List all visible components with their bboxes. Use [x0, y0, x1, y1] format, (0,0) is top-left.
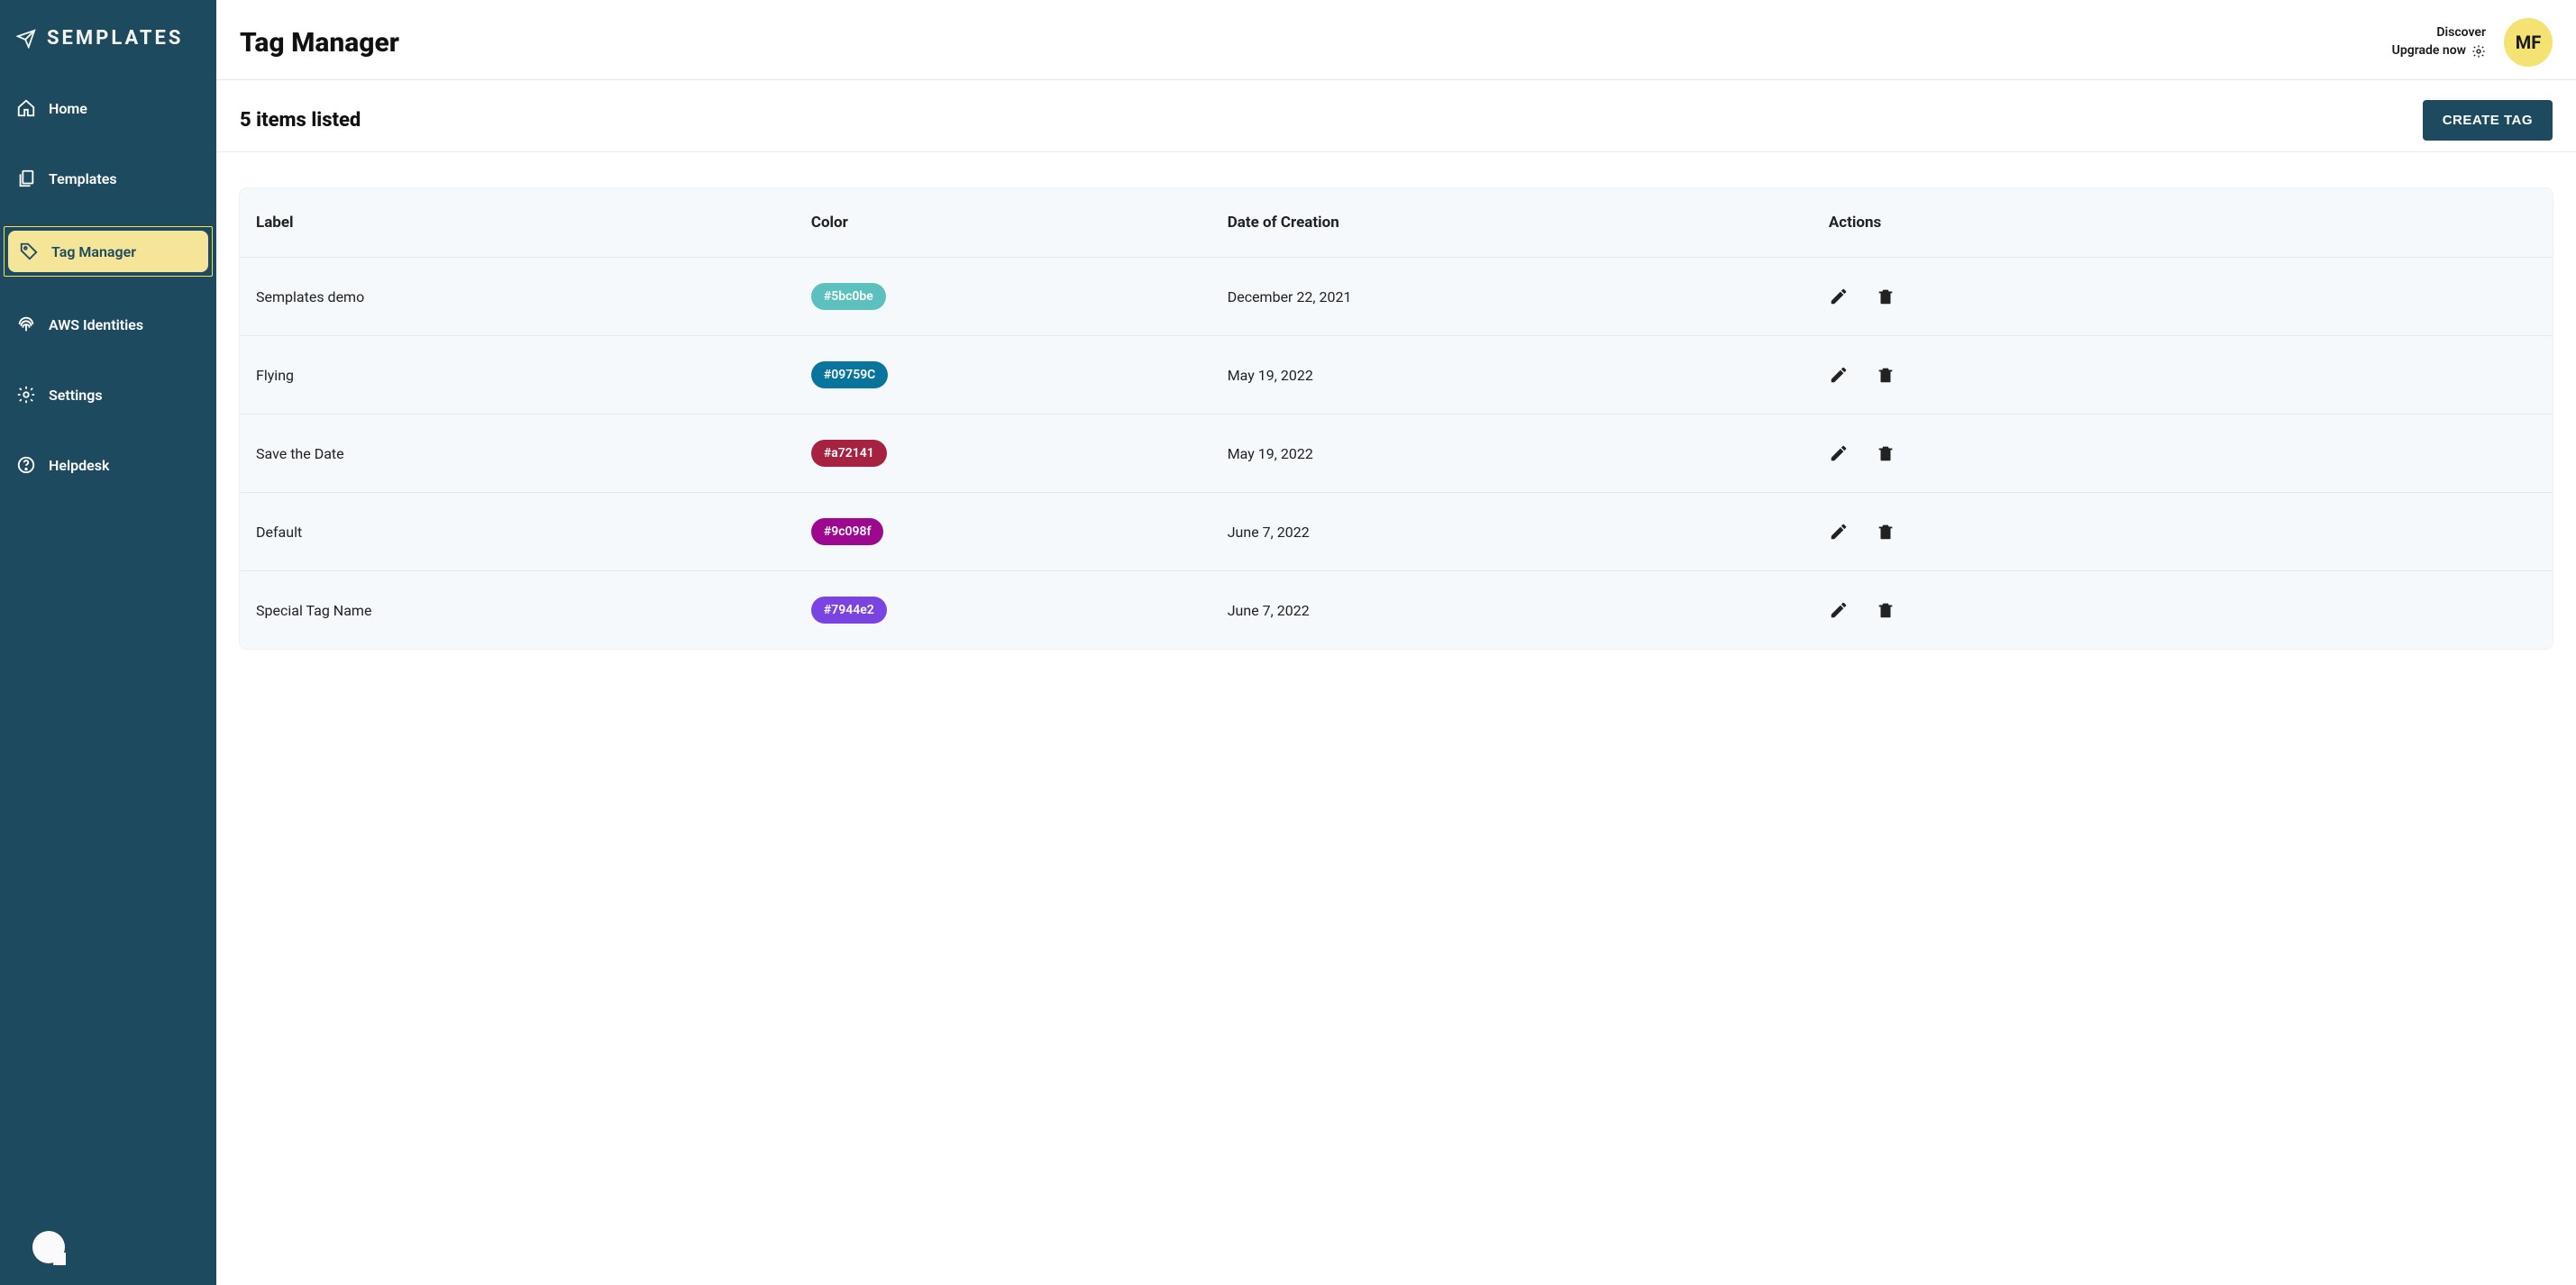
action-icons: [1829, 443, 2536, 463]
cell-label: Save the Date: [240, 415, 795, 493]
sidebar-item-aws-identities[interactable]: AWS Identities: [4, 302, 213, 347]
upgrade-now-link[interactable]: Upgrade now: [2392, 42, 2486, 60]
subheader: 5 items listed CREATE TAG: [216, 80, 2576, 152]
discover-label: Discover: [2392, 24, 2486, 42]
cell-color: #5bc0be: [795, 258, 1211, 336]
cell-date: June 7, 2022: [1211, 571, 1813, 650]
delete-icon[interactable]: [1876, 365, 1895, 385]
edit-icon[interactable]: [1829, 443, 1849, 463]
gear-icon: [16, 385, 36, 405]
column-header-label: Label: [240, 188, 795, 258]
templates-icon: [16, 169, 36, 188]
color-pill: #5bc0be: [811, 283, 886, 310]
paper-plane-icon: [16, 29, 36, 49]
cell-color: #09759C: [795, 336, 1211, 415]
help-icon: [16, 455, 36, 475]
color-pill: #a72141: [811, 440, 887, 467]
cell-actions: [1813, 258, 2553, 336]
tags-table: Label Color Date of Creation Actions Sem…: [240, 188, 2553, 649]
chat-bubble-icon[interactable]: [32, 1231, 65, 1263]
cell-actions: [1813, 415, 2553, 493]
edit-icon[interactable]: [1829, 287, 1849, 306]
table-row: Special Tag Name #7944e2 June 7, 2022: [240, 571, 2553, 650]
main-content: Tag Manager Discover Upgrade now MF 5 it…: [216, 0, 2576, 1285]
sidebar-item-home[interactable]: Home: [4, 86, 213, 131]
action-icons: [1829, 600, 2536, 620]
cell-color: #a72141: [795, 415, 1211, 493]
cell-label: Semplates demo: [240, 258, 795, 336]
upgrade-block: Discover Upgrade now: [2392, 24, 2486, 59]
brand-name: SEMPLATES: [47, 27, 183, 50]
page-title: Tag Manager: [240, 27, 399, 59]
cell-label: Default: [240, 493, 795, 571]
items-listed-label: 5 items listed: [240, 109, 361, 132]
sidebar-item-tag-manager[interactable]: Tag Manager: [8, 231, 208, 272]
brand-logo[interactable]: SEMPLATES: [0, 0, 216, 86]
topbar: Tag Manager Discover Upgrade now MF: [216, 0, 2576, 80]
cell-color: #7944e2: [795, 571, 1211, 650]
edit-icon[interactable]: [1829, 365, 1849, 385]
color-pill: #09759C: [811, 361, 889, 388]
sidebar-item-helpdesk[interactable]: Helpdesk: [4, 442, 213, 488]
cell-date: June 7, 2022: [1211, 493, 1813, 571]
cell-actions: [1813, 493, 2553, 571]
tag-icon: [19, 242, 39, 261]
color-pill: #9c098f: [811, 518, 884, 545]
color-pill: #7944e2: [811, 597, 887, 624]
cell-label: Flying: [240, 336, 795, 415]
action-icons: [1829, 365, 2536, 385]
column-header-actions: Actions: [1813, 188, 2553, 258]
delete-icon[interactable]: [1876, 522, 1895, 542]
avatar[interactable]: MF: [2504, 18, 2553, 67]
fingerprint-icon: [16, 314, 36, 334]
avatar-initials: MF: [2516, 32, 2542, 53]
topbar-right: Discover Upgrade now MF: [2392, 18, 2553, 67]
sidebar-item-label: Templates: [49, 170, 117, 187]
cell-actions: [1813, 571, 2553, 650]
cell-label: Special Tag Name: [240, 571, 795, 650]
delete-icon[interactable]: [1876, 600, 1895, 620]
table-row: Flying #09759C May 19, 2022: [240, 336, 2553, 415]
sidebar-item-label: Helpdesk: [49, 457, 109, 474]
sidebar: SEMPLATES Home Templates Tag Manager: [0, 0, 216, 1285]
sidebar-item-label: AWS Identities: [49, 316, 143, 333]
delete-icon[interactable]: [1876, 287, 1895, 306]
edit-icon[interactable]: [1829, 600, 1849, 620]
sidebar-nav: Home Templates Tag Manager AWS Identitie…: [0, 86, 216, 488]
upgrade-label: Upgrade now: [2392, 42, 2466, 60]
table-header-row: Label Color Date of Creation Actions: [240, 188, 2553, 258]
home-icon: [16, 98, 36, 118]
action-icons: [1829, 287, 2536, 306]
cell-date: May 19, 2022: [1211, 336, 1813, 415]
create-tag-button[interactable]: CREATE TAG: [2423, 100, 2553, 141]
table-row: Default #9c098f June 7, 2022: [240, 493, 2553, 571]
table-row: Semplates demo #5bc0be December 22, 2021: [240, 258, 2553, 336]
table-row: Save the Date #a72141 May 19, 2022: [240, 415, 2553, 493]
sidebar-item-templates[interactable]: Templates: [4, 156, 213, 201]
sidebar-item-settings[interactable]: Settings: [4, 372, 213, 417]
sidebar-item-active-wrapper: Tag Manager: [4, 226, 213, 277]
cell-date: May 19, 2022: [1211, 415, 1813, 493]
sidebar-item-label: Settings: [49, 387, 103, 404]
sidebar-item-label: Home: [49, 100, 87, 117]
sidebar-item-label: Tag Manager: [51, 243, 136, 260]
column-header-date: Date of Creation: [1211, 188, 1813, 258]
cell-color: #9c098f: [795, 493, 1211, 571]
cell-date: December 22, 2021: [1211, 258, 1813, 336]
table-wrap: Label Color Date of Creation Actions Sem…: [216, 188, 2576, 685]
edit-icon[interactable]: [1829, 522, 1849, 542]
action-icons: [1829, 522, 2536, 542]
cell-actions: [1813, 336, 2553, 415]
gear-icon: [2471, 44, 2486, 59]
column-header-color: Color: [795, 188, 1211, 258]
delete-icon[interactable]: [1876, 443, 1895, 463]
